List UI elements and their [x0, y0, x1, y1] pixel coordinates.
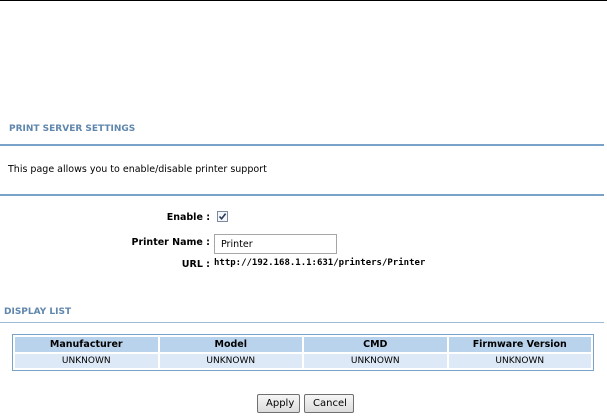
table-header-row: Manufacturer Model CMD Firmware Version: [15, 337, 591, 352]
top-border: [0, 0, 607, 1]
url-label: URL :: [181, 259, 210, 270]
print-server-settings-title: PRINT SERVER SETTINGS: [9, 124, 136, 134]
column-header-cmd: CMD: [304, 337, 447, 352]
cell-manufacturer: UNKNOWN: [15, 354, 158, 368]
table-row: UNKNOWN UNKNOWN UNKNOWN UNKNOWN: [15, 354, 591, 368]
url-value: http://192.168.1.1:631/printers/Printer: [214, 258, 426, 268]
apply-button[interactable]: Apply: [257, 394, 300, 413]
column-header-firmware-version: Firmware Version: [448, 337, 591, 352]
enable-label: Enable :: [166, 212, 210, 223]
section-divider: [0, 194, 604, 196]
print-server-page: PRINT SERVER SETTINGS This page allows y…: [0, 0, 607, 419]
printer-name-label: Printer Name :: [131, 237, 210, 248]
column-header-model: Model: [159, 337, 302, 352]
printer-name-input[interactable]: [214, 234, 337, 254]
cell-firmware-version: UNKNOWN: [448, 354, 591, 368]
display-list-title: DISPLAY LIST: [4, 307, 72, 317]
display-list-divider: [0, 322, 604, 323]
cancel-button[interactable]: Cancel: [304, 394, 354, 413]
enable-checkbox[interactable]: [217, 211, 228, 222]
cell-model: UNKNOWN: [159, 354, 302, 368]
cell-cmd: UNKNOWN: [304, 354, 447, 368]
section-divider: [0, 144, 604, 146]
display-list-table: Manufacturer Model CMD Firmware Version …: [12, 334, 594, 371]
page-description: This page allows you to enable/disable p…: [8, 164, 267, 175]
checkmark-icon: [218, 213, 227, 221]
column-header-manufacturer: Manufacturer: [15, 337, 158, 352]
